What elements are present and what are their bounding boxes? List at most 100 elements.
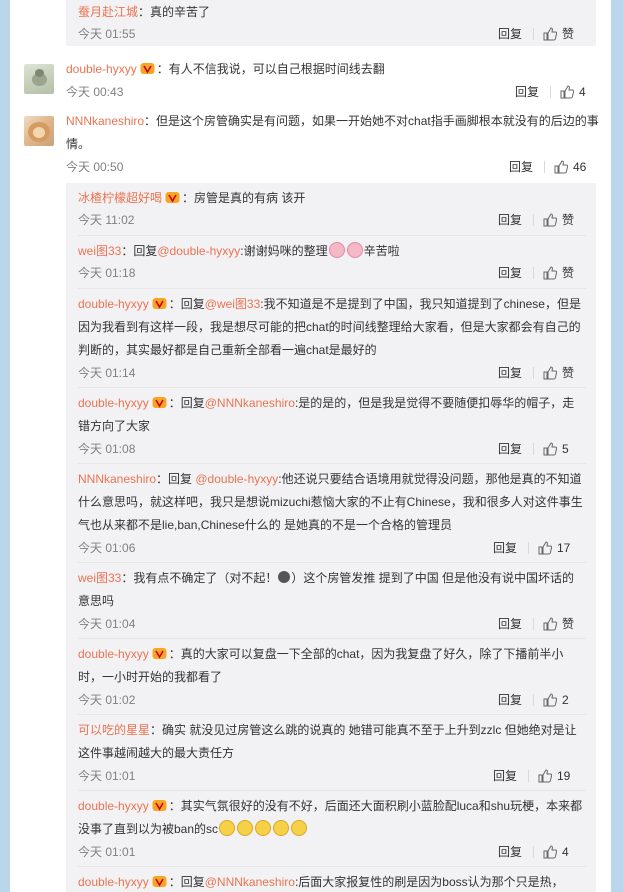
comment-item: double-hyxyy ：有人不信我说，可以自己根据时间线去翻 今天 00:43…	[24, 58, 604, 104]
thumb-up-icon	[543, 845, 557, 859]
comment-username[interactable]: double-hyxyy	[66, 62, 137, 76]
like-button[interactable]: 17	[538, 537, 570, 559]
reply-username[interactable]: double-hyxyy	[78, 396, 149, 410]
thumb-up-icon	[543, 366, 557, 380]
reply-button[interactable]: 回复	[498, 209, 522, 231]
reply-box: 冰楂柠檬超好喝 ：房管是真的有病 该开 今天 11:02 回复 赞 wei图33：…	[66, 183, 596, 892]
mention-link[interactable]: @NNNkaneshiro	[205, 875, 295, 889]
reply-divider	[78, 288, 586, 289]
comment-body: double-hyxyy ：有人不信我说，可以自己根据时间线去翻 今天 00:43…	[66, 58, 604, 103]
reply-footer: 今天 01:08 回复 5	[78, 438, 586, 460]
like-button[interactable]: 2	[543, 689, 569, 711]
divider	[533, 214, 534, 226]
comment-time: 今天 00:43	[66, 85, 124, 99]
reply-button[interactable]: 回复	[498, 438, 522, 460]
reply-time: 今天 01:08	[78, 442, 136, 456]
reply-username[interactable]: double-hyxyy	[78, 647, 149, 661]
reply-divider	[78, 714, 586, 715]
reply-button[interactable]: 回复	[509, 156, 533, 178]
reply-button[interactable]: 回复	[498, 841, 522, 863]
like-button[interactable]: 赞	[543, 209, 574, 231]
reply-button[interactable]: 回复	[493, 765, 517, 787]
reply-button[interactable]: 回复	[498, 689, 522, 711]
thumb-up-icon	[560, 85, 574, 99]
comment-body: NNNkaneshiro：但是这个房管确实是有问题，如果一开始她不对chat指手…	[66, 110, 604, 178]
reply-button[interactable]: 回复	[498, 613, 522, 635]
emoji-icon	[278, 571, 291, 583]
reply-divider	[78, 387, 586, 388]
reply-username[interactable]: wei图33	[78, 244, 121, 258]
pig-emoji-icon	[346, 242, 363, 258]
like-button[interactable]: 赞	[543, 362, 574, 384]
reply-time: 今天 01:14	[78, 366, 136, 380]
reply-username[interactable]: 蚕月赴江城	[78, 5, 138, 19]
like-button[interactable]: 赞	[543, 613, 574, 635]
thumb-up-icon	[543, 27, 557, 41]
reply-prefix: ：回复	[121, 244, 158, 258]
like-button[interactable]: 19	[538, 765, 570, 787]
reply-button[interactable]: 回复	[498, 362, 522, 384]
reply-button[interactable]: 回复	[515, 81, 539, 103]
reply-button[interactable]: 回复	[498, 262, 522, 284]
reply-footer: 今天 01:14 回复 赞	[78, 362, 586, 384]
like-label: 赞	[562, 366, 575, 380]
reply-button[interactable]: 回复	[498, 23, 522, 45]
reply-username[interactable]: double-hyxyy	[78, 875, 149, 889]
like-button[interactable]: 赞	[543, 23, 574, 45]
divider	[528, 542, 529, 554]
avatar[interactable]	[24, 116, 54, 146]
crying-emoji-icon	[237, 820, 254, 836]
reply-item: 蚕月赴江城：真的辛苦了 今天 01:55 回复 赞	[78, 2, 586, 46]
reply-time: 今天 01:18	[78, 266, 136, 280]
reply-time: 今天 01:01	[78, 769, 136, 783]
reply-time: 今天 01:55	[78, 27, 136, 41]
like-button[interactable]: 4	[543, 841, 569, 863]
reply-text: ：真的辛苦了	[138, 5, 211, 19]
thumb-up-icon	[543, 693, 557, 707]
reply-username[interactable]: wei图33	[78, 571, 121, 585]
reply-button[interactable]: 回复	[493, 537, 517, 559]
reply-time: 今天 01:01	[78, 845, 136, 859]
reply-username[interactable]: 冰楂柠檬超好喝	[78, 191, 162, 205]
vip-badge-icon	[152, 648, 167, 659]
divider	[533, 367, 534, 379]
like-label: 赞	[562, 213, 575, 227]
comment-username[interactable]: NNNkaneshiro	[66, 114, 144, 128]
reply-username[interactable]: double-hyxyy	[78, 297, 149, 311]
like-button[interactable]: 46	[554, 156, 586, 178]
thumb-up-icon	[554, 160, 568, 174]
reply-text: :谢谢妈咪的整理	[240, 244, 328, 258]
mention-link[interactable]: @NNNkaneshiro	[205, 396, 295, 410]
like-count: 19	[557, 769, 571, 783]
divider	[528, 770, 529, 782]
divider	[533, 618, 534, 630]
thumb-up-icon	[538, 541, 552, 555]
like-button[interactable]: 4	[560, 81, 586, 103]
like-count: 46	[573, 160, 587, 174]
comment-footer: 今天 00:50 回复 46	[66, 156, 604, 178]
like-button[interactable]: 5	[543, 438, 569, 460]
mention-link[interactable]: @double-hyxyy	[195, 472, 278, 486]
divider	[533, 28, 534, 40]
reply-username[interactable]: 可以吃的星星	[78, 723, 150, 737]
like-label: 赞	[562, 617, 575, 631]
reply-username[interactable]: double-hyxyy	[78, 799, 149, 813]
reply-time: 今天 01:04	[78, 617, 136, 631]
thumb-up-icon	[543, 213, 557, 227]
reply-time: 今天 01:06	[78, 541, 136, 555]
reply-username[interactable]: NNNkaneshiro	[78, 472, 156, 486]
like-button[interactable]: 赞	[543, 262, 574, 284]
divider	[533, 443, 534, 455]
avatar[interactable]	[24, 64, 54, 94]
vip-badge-icon	[165, 192, 180, 203]
like-count: 5	[562, 442, 569, 456]
mention-link[interactable]: @double-hyxyy	[157, 244, 240, 258]
vip-badge-icon	[140, 63, 155, 74]
vip-badge-icon	[152, 397, 167, 408]
comment-text: ：但是这个房管确实是有问题，如果一开始她不对chat指手画脚根本就没有的后边的事…	[66, 114, 599, 151]
reply-footer: 今天 01:02 回复 2	[78, 689, 586, 711]
mention-link[interactable]: @wei图33	[205, 297, 261, 311]
reply-divider	[78, 463, 586, 464]
comment-text: ：有人不信我说，可以自己根据时间线去翻	[156, 62, 385, 76]
divider	[544, 161, 545, 173]
